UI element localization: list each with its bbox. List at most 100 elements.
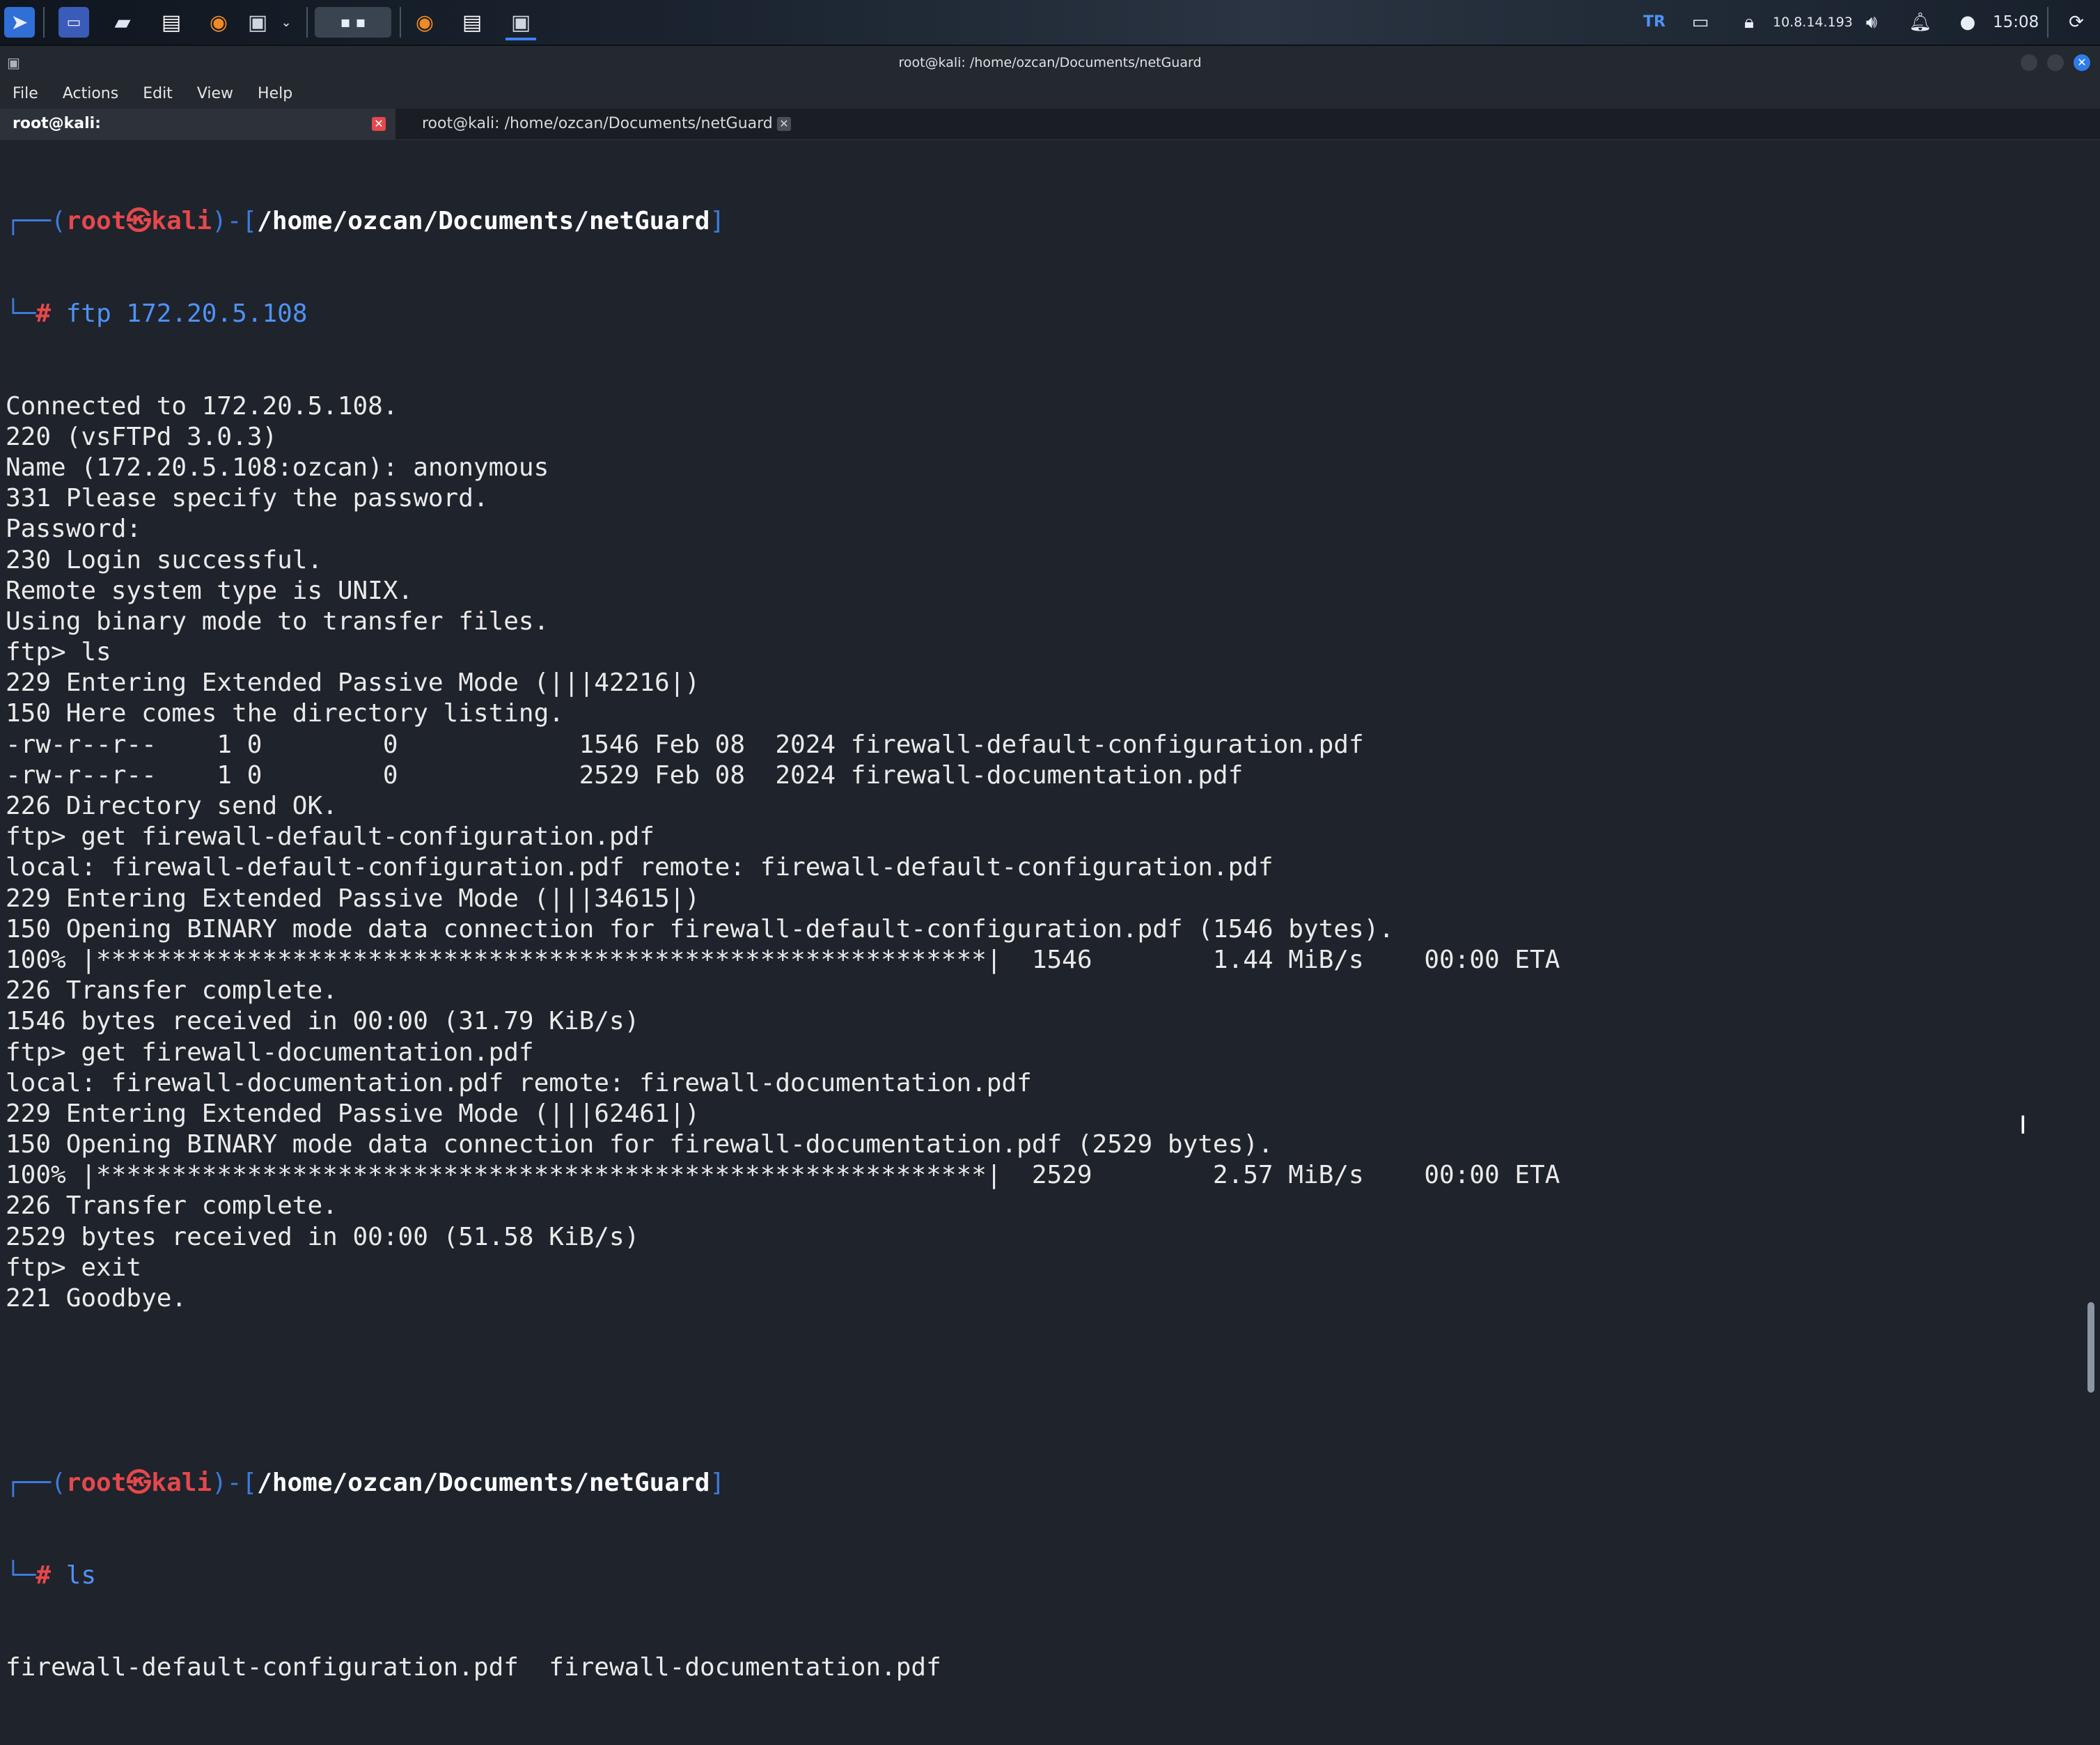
output-line: 220 (vsFTPd 3.0.3): [6, 422, 278, 451]
terminal-viewport[interactable]: ┌──(root㉿kali)-[/home/ozcan/Documents/ne…: [0, 141, 2100, 1682]
vpn-lock-icon[interactable]: 🔒︎: [1734, 7, 1764, 38]
prompt-frame: └─: [6, 1560, 36, 1590]
menu-bar: File Actions Edit View Help: [0, 79, 2100, 109]
display-icon[interactable]: ▭: [1685, 7, 1716, 38]
prompt-frame: )-[: [212, 1469, 258, 1498]
output-line: 150 Here comes the directory listing.: [6, 699, 564, 728]
output-line: ftp> ls: [6, 638, 111, 667]
volume-icon[interactable]: 🔊︎: [1856, 7, 1887, 38]
prompt-frame: ]: [710, 1469, 726, 1498]
output-line: 226 Transfer complete.: [6, 976, 338, 1005]
clock[interactable]: 15:08: [1993, 0, 2039, 45]
output-line: Password:: [6, 515, 142, 544]
close-window-button[interactable]: ✕: [2074, 54, 2090, 71]
terminal-scrollbar[interactable]: [2087, 1302, 2094, 1393]
window-title: root@kali: /home/ozcan/Documents/netGuar…: [898, 55, 1202, 70]
prompt-hash: #: [36, 1560, 52, 1590]
output-line: 229 Entering Extended Passive Mode (|||3…: [6, 884, 700, 913]
prompt-host: kali: [151, 1469, 212, 1498]
output-line: -rw-r--r-- 1 0 0 1546 Feb 08 2024 firewa…: [6, 730, 1364, 759]
command-line: └─# ftp 172.20.5.108: [6, 299, 1560, 329]
ip-address-label: 10.8.14.193: [1773, 15, 1853, 30]
notification-bell-icon[interactable]: 🔔︎: [1905, 7, 1936, 38]
minimize-button[interactable]: [2021, 54, 2037, 71]
menu-edit[interactable]: Edit: [143, 79, 173, 109]
output-line: 221 Goodbye.: [6, 1284, 187, 1313]
command-line: └─# ls: [6, 1560, 1560, 1591]
close-tab-icon[interactable]: ✕: [777, 117, 791, 131]
output-line: 226 Directory send OK.: [6, 792, 338, 821]
output-line: 226 Transfer complete.: [6, 1191, 338, 1221]
terminal-output: ┌──(root㉿kali)-[/home/ozcan/Documents/ne…: [6, 145, 1560, 1745]
kali-menu-icon[interactable]: ➤: [4, 7, 35, 38]
file-manager-icon[interactable]: ▰: [107, 7, 138, 38]
output-line: 229 Entering Extended Passive Mode (|||6…: [6, 1099, 700, 1128]
power-status-icon[interactable]: ●: [1952, 7, 1983, 38]
prompt-user: root: [65, 1469, 127, 1498]
panel-separator: [43, 7, 45, 38]
output-line: 2529 bytes received in 00:00 (51.58 KiB/…: [6, 1222, 640, 1251]
text-cursor-icon: I: [2019, 1111, 2027, 1140]
prompt-host: kali: [151, 207, 212, 236]
prompt-frame: ┌──(: [6, 207, 66, 236]
command-text: ls: [65, 1560, 97, 1590]
menu-help[interactable]: Help: [258, 79, 292, 109]
chevron-down-icon[interactable]: ⌄: [277, 7, 295, 38]
maximize-button[interactable]: [2047, 54, 2064, 71]
prompt-frame: └─: [6, 299, 36, 328]
output-line: Using binary mode to transfer files.: [6, 607, 549, 636]
output-line: Remote system type is UNIX.: [6, 576, 414, 605]
output-line: Name (172.20.5.108:ozcan): anonymous: [6, 453, 549, 482]
panel-separator: [306, 7, 308, 38]
prompt-frame: ]: [710, 207, 726, 236]
output-line: 100% |**********************************…: [6, 945, 1560, 974]
session1-output: Connected to 172.20.5.108. 220 (vsFTPd 3.…: [6, 391, 1560, 1315]
command-text: ftp 172.20.5.108: [65, 299, 308, 328]
output-line: 230 Login successful.: [6, 545, 323, 574]
output-line: firewall-default-configuration.pdf firew…: [6, 1653, 941, 1682]
menu-actions[interactable]: Actions: [63, 79, 118, 109]
prompt-hash: #: [36, 299, 52, 328]
output-line: ftp> exit: [6, 1253, 142, 1282]
tab-label: root@kali: /home/ozcan/Documents/netGuar…: [422, 115, 773, 132]
tab-terminal-1[interactable]: root@kali: /home/ozcan/Documents/netGuar…: [0, 109, 395, 163]
menu-file[interactable]: File: [13, 79, 38, 109]
prompt-at-icon: ㉿: [126, 1469, 152, 1498]
session2-output: firewall-default-configuration.pdf firew…: [6, 1652, 1560, 1683]
prompt-user: root: [65, 207, 127, 236]
top-panel: ➤ ▭ ▰ ▤ ◉ ▣ ⌄ ▪ ▪ ◉ ▤ ▣ TR ▭ 🔒︎ 10.8.14.…: [0, 0, 2100, 46]
output-line: Connected to 172.20.5.108.: [6, 391, 398, 421]
close-tab-icon[interactable]: ✕: [372, 117, 386, 131]
output-line: 150 Opening BINARY mode data connection …: [6, 1130, 1274, 1159]
output-line: ftp> get firewall-documentation.pdf: [6, 1038, 534, 1067]
prompt-at-icon: ㉿: [126, 207, 152, 236]
show-desktop-icon[interactable]: ▭: [58, 7, 89, 38]
output-line: local: firewall-default-configuration.pd…: [6, 853, 1274, 882]
tab-terminal-2[interactable]: root@kali: /home/ozcan/Documents/netGuar…: [409, 109, 799, 139]
text-editor-icon[interactable]: ▤: [156, 7, 187, 38]
output-line: 1546 bytes received in 00:00 (31.79 KiB/…: [6, 1007, 640, 1036]
logout-icon[interactable]: ⟳: [2061, 7, 2092, 38]
prompt-path: /home/ozcan/Documents/netGuard: [257, 207, 710, 236]
terminal-launcher-icon[interactable]: ▣: [242, 7, 273, 38]
prompt-frame: )-[: [212, 207, 258, 236]
output-line: 100% |**********************************…: [6, 1161, 1560, 1190]
tab-bar: root@kali: /home/ozcan/Documents/netGuar…: [0, 109, 2100, 163]
output-line: -rw-r--r-- 1 0 0 2529 Feb 08 2024 firewa…: [6, 760, 1244, 790]
panel-separator: [400, 7, 401, 38]
menu-view[interactable]: View: [197, 79, 233, 109]
prompt-line: ┌──(root㉿kali)-[/home/ozcan/Documents/ne…: [6, 206, 1560, 237]
window-titlebar[interactable]: ▣ root@kali: /home/ozcan/Documents/netGu…: [0, 46, 2100, 79]
output-line: 331 Please specify the password.: [6, 484, 489, 513]
firefox-window-icon[interactable]: ◉: [409, 7, 440, 38]
firefox-icon[interactable]: ◉: [203, 7, 234, 38]
keyboard-layout-indicator[interactable]: TR: [1643, 0, 1666, 45]
workspace-switcher-icon[interactable]: ▪ ▪: [315, 7, 391, 38]
output-line: 150 Opening BINARY mode data connection …: [6, 914, 1394, 944]
editor-window-icon[interactable]: ▤: [457, 7, 487, 38]
output-line: local: firewall-documentation.pdf remote…: [6, 1068, 1032, 1097]
prompt-frame: ┌──(: [6, 1469, 66, 1498]
panel-separator: [2047, 7, 2048, 38]
terminal-window-icon[interactable]: ▣: [506, 7, 536, 40]
